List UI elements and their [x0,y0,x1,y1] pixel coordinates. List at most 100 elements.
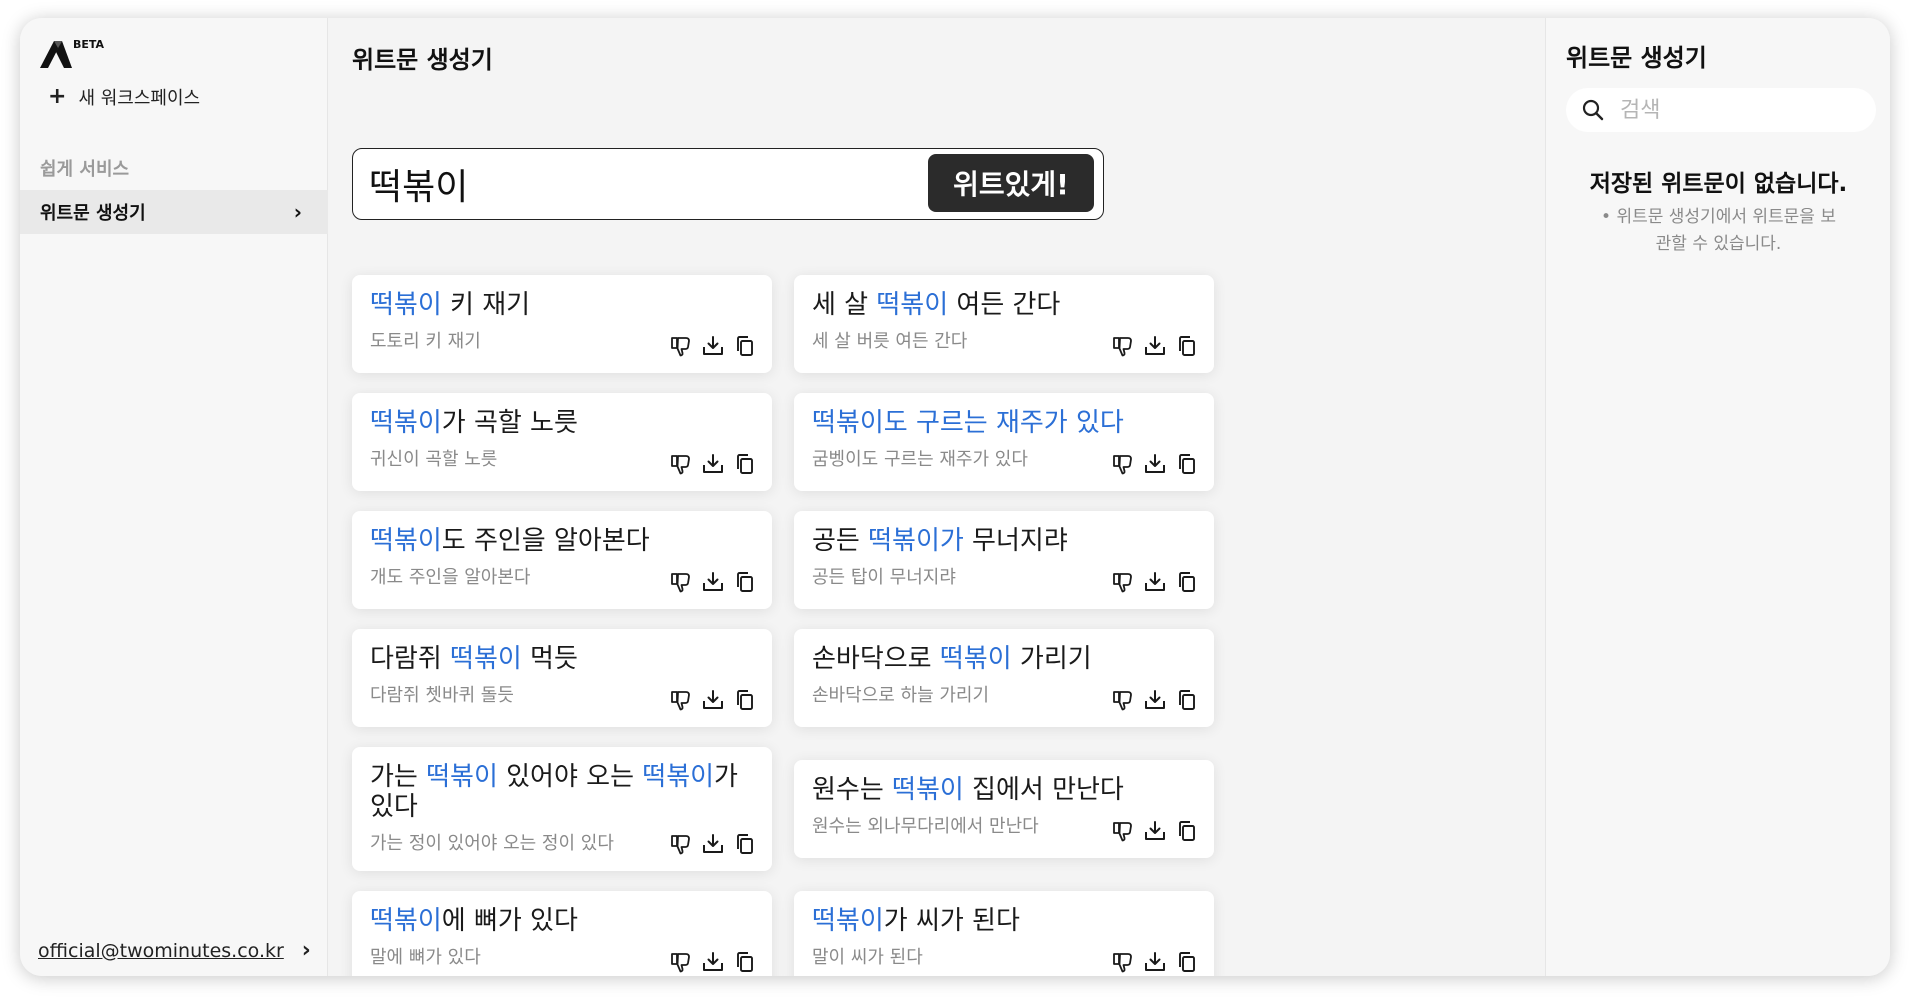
thumbs-down-icon[interactable] [670,689,692,711]
card-title-text: 있어야 오는 [497,762,643,792]
thumbs-down-icon[interactable] [670,335,692,357]
card-title: 떡볶이 키 재기 [370,290,754,321]
download-icon[interactable] [1144,571,1166,593]
card-title: 세 살 떡볶이 여든 간다 [812,290,1196,321]
card-title-text: 에 뼈가 있다 [441,906,578,936]
card-title: 공든 떡볶이가 무너지랴 [812,526,1196,557]
saved-search-box [1566,88,1876,132]
section-label: 쉽게 서비스 [40,159,130,180]
result-card: 공든 떡볶이가 무너지랴 공든 탑이 무너지랴 [794,511,1214,609]
chevron-right-icon: › [293,200,302,224]
card-actions [670,689,756,711]
card-title: 떡볶이에 뼈가 있다 [370,906,754,937]
keyword-highlight: 떡볶이 [370,526,442,556]
chevron-right-icon: › [301,938,311,963]
card-title: 원수는 떡볶이 집에서 만난다 [812,775,1196,806]
saved-search-input[interactable] [1620,94,1860,126]
card-title-text: 여든 간다 [948,290,1061,320]
keyword-highlight: 떡볶이 [450,644,522,674]
copy-icon[interactable] [734,571,756,593]
card-actions [1112,571,1198,593]
card-title: 떡볶이가 곡할 노릇 [370,408,754,439]
search-icon [1582,99,1604,121]
download-icon[interactable] [702,571,724,593]
app-window: BETA + 새 워크스페이스 쉽게 서비스 위트문 생성기 › officia… [20,18,1890,976]
download-icon[interactable] [702,833,724,855]
copy-icon[interactable] [1176,335,1198,357]
logo[interactable]: BETA [40,38,110,74]
keyword-highlight: 떡볶이 [812,906,884,936]
thumbs-down-icon[interactable] [1112,453,1134,475]
copy-icon[interactable] [1176,453,1198,475]
result-card: 떡볶이가 곡할 노릇 귀신이 곡할 노릇 [352,393,772,491]
copy-icon[interactable] [1176,951,1198,973]
thumbs-down-icon[interactable] [1112,951,1134,973]
thumbs-down-icon[interactable] [670,951,692,973]
thumbs-down-icon[interactable] [670,571,692,593]
thumbs-down-icon[interactable] [670,453,692,475]
card-title: 떡볶이도 구르는 재주가 있다 [812,408,1196,439]
thumbs-down-icon[interactable] [1112,335,1134,357]
thumbs-down-icon[interactable] [1112,820,1134,842]
download-icon[interactable] [702,951,724,973]
thumbs-down-icon[interactable] [1112,689,1134,711]
keyword-highlight: 떡볶이 [876,290,949,320]
card-actions [1112,335,1198,357]
card-title-text: 세 살 [812,290,877,320]
card-title-text: 가 곡할 노릇 [441,408,578,438]
copy-icon[interactable] [1176,689,1198,711]
keyword-highlight: 떡볶이가 [868,526,964,556]
keyword-search-box: 위트있게! [352,148,1104,220]
keyword-highlight: 떡볶이 [642,762,715,792]
download-icon[interactable] [702,453,724,475]
result-card: 다람쥐 떡볶이 먹듯 다람쥐 쳇바퀴 돌듯 [352,629,772,727]
card-title-text: 가 씨가 된다 [883,906,1020,936]
thumbs-down-icon[interactable] [1112,571,1134,593]
contact-link[interactable]: official@twominutes.co.kr › [38,938,311,963]
new-workspace-label: 새 워크스페이스 [78,88,201,109]
keyword-highlight: 떡볶이 [370,408,442,438]
copy-icon[interactable] [734,453,756,475]
download-icon[interactable] [1144,453,1166,475]
sidebar-item-wit-generator[interactable]: 위트문 생성기 › [20,190,328,234]
card-title-text: 먹듯 [521,644,578,674]
card-title: 떡볶이도 주인을 알아본다 [370,526,754,557]
card-title-text: 키 재기 [441,290,531,320]
copy-icon[interactable] [1176,820,1198,842]
result-card: 떡볶이가 씨가 된다 말이 씨가 된다 [794,891,1214,976]
download-icon[interactable] [1144,335,1166,357]
card-title-text: 원수는 [812,775,893,805]
card-title: 다람쥐 떡볶이 먹듯 [370,644,754,675]
card-actions [1112,951,1198,973]
keyword-input[interactable] [369,159,889,209]
card-title: 떡볶이가 씨가 된다 [812,906,1196,937]
generate-button[interactable]: 위트있게! [928,154,1094,212]
result-card: 떡볶이도 구르는 재주가 있다 굼벵이도 구르는 재주가 있다 [794,393,1214,491]
download-icon[interactable] [702,335,724,357]
sidebar: BETA + 새 워크스페이스 쉽게 서비스 위트문 생성기 › officia… [20,18,328,976]
copy-icon[interactable] [734,951,756,973]
card-actions [670,571,756,593]
copy-icon[interactable] [1176,571,1198,593]
copy-icon[interactable] [734,833,756,855]
result-card: 손바닥으로 떡볶이 가리기 손바닥으로 하늘 가리기 [794,629,1214,727]
saved-panel-title: 위트문 생성기 [1566,44,1707,72]
download-icon[interactable] [1144,820,1166,842]
keyword-highlight: 떡볶이 [939,644,1012,674]
thumbs-down-icon[interactable] [670,833,692,855]
card-actions [670,453,756,475]
card-title-text: 무너지랴 [963,526,1068,556]
results-grid: 떡볶이 키 재기 도토리 키 재기 세 살 떡볶이 여든 간다 세 살 버릇 여든 간… [352,258,1214,976]
card-title: 가는 떡볶이 있어야 오는 떡볶이가 있다 [370,762,754,823]
contact-email[interactable]: official@twominutes.co.kr [38,940,284,962]
download-icon[interactable] [702,689,724,711]
card-title-text: 집에서 만난다 [963,775,1124,805]
sidebar-item-label: 위트문 생성기 [40,203,146,224]
result-card: 세 살 떡볶이 여든 간다 세 살 버릇 여든 간다 [794,275,1214,373]
new-workspace-button[interactable]: + 새 워크스페이스 [48,84,200,110]
copy-icon[interactable] [734,689,756,711]
main-content: 위트문 생성기 위트있게! 떡볶이 키 재기도토리 키 재기 세 살 떡볶이 여든… [328,18,1545,976]
download-icon[interactable] [1144,689,1166,711]
copy-icon[interactable] [734,335,756,357]
download-icon[interactable] [1144,951,1166,973]
